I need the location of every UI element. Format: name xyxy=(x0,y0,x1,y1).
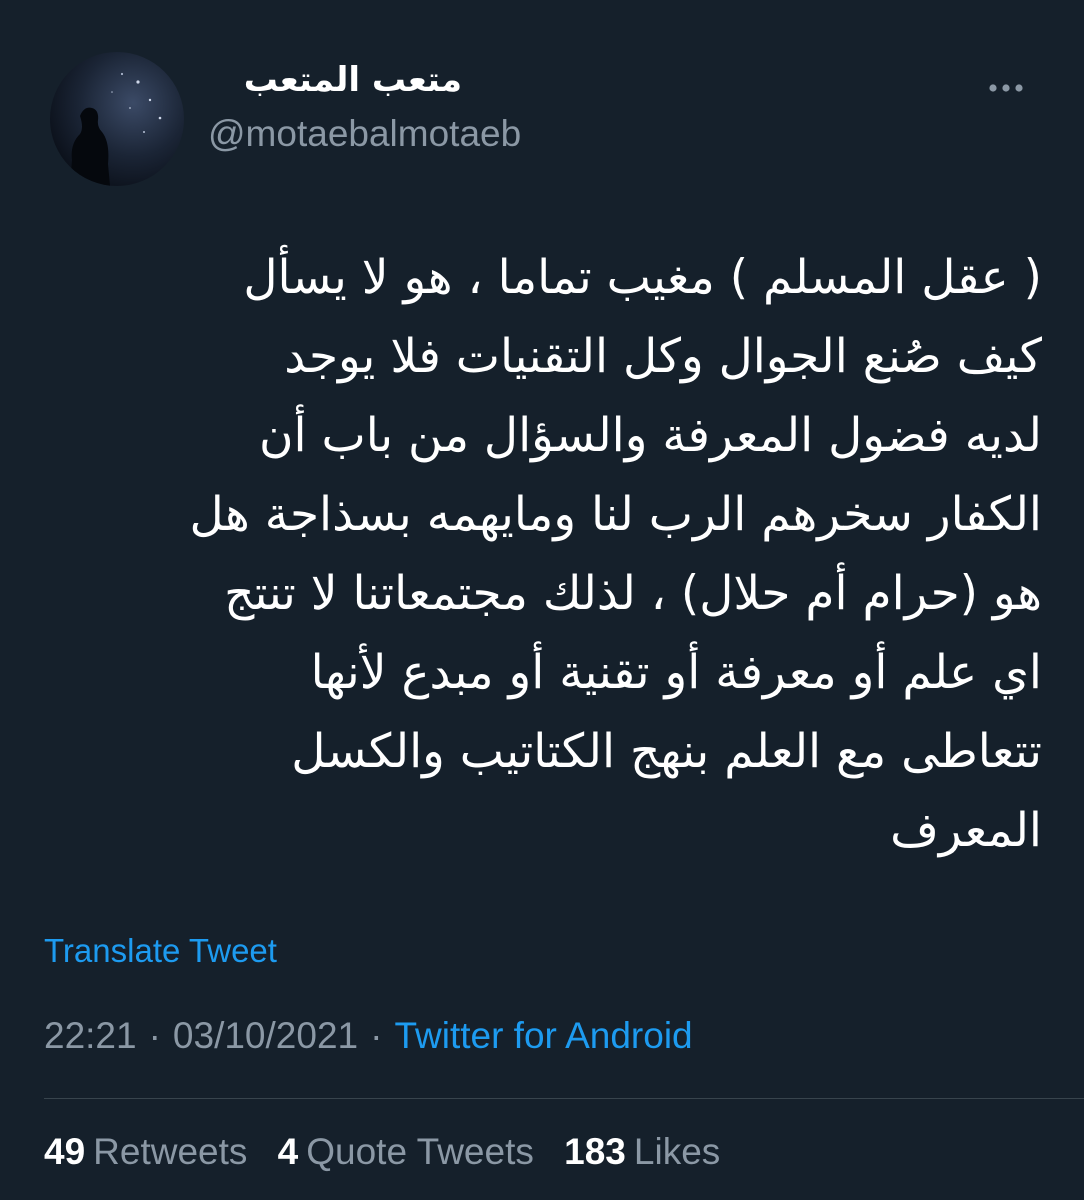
tweet-text-line: اي علم أو معرفة أو تقنية أو مبدع لأنها xyxy=(310,645,1042,700)
likes-stat[interactable]: 183 Likes xyxy=(564,1128,720,1176)
tweet-source-link[interactable]: Twitter for Android xyxy=(394,1015,692,1056)
user-handle[interactable]: @motaebalmotaeb xyxy=(208,112,521,156)
tweet-metadata: 22:21 · 03/10/2021 · Twitter for Android xyxy=(44,1012,693,1060)
retweets-label: Retweets xyxy=(93,1131,248,1172)
quote-tweets-count: 4 xyxy=(277,1131,299,1172)
tweet-date[interactable]: 03/10/2021 xyxy=(173,1015,358,1056)
retweets-count: 49 xyxy=(44,1131,86,1172)
divider xyxy=(44,1098,1084,1099)
display-name[interactable]: متعب المتعب xyxy=(244,58,462,102)
tweet-text-line: تتعاطى مع العلم بنهج الكتاتيب والكسل xyxy=(291,724,1042,779)
tweet-text-line: هو (حرام أم حلال) ، لذلك مجتمعاتنا لا تن… xyxy=(224,566,1042,621)
more-horizontal-icon xyxy=(989,84,1023,92)
tweet-text-line: الكفار سخرهم الرب لنا ومايهمه بسذاجة هل xyxy=(189,487,1042,542)
meta-separator: · xyxy=(370,1015,383,1056)
meta-separator: · xyxy=(148,1015,161,1056)
retweets-stat[interactable]: 49 Retweets xyxy=(44,1128,247,1176)
tweet-text-line: المعرف xyxy=(890,803,1042,858)
likes-label: Likes xyxy=(633,1131,721,1172)
tweet-text: ( عقل المسلم ) مغيب تماما ، هو لا يسأل ك… xyxy=(82,238,1042,870)
likes-count: 183 xyxy=(564,1131,626,1172)
tweet-text-line: كيف صُنع الجوال وكل التقنيات فلا يوجد xyxy=(284,329,1042,384)
more-options-button[interactable] xyxy=(980,66,1032,110)
tweet-stats: 49 Retweets 4 Quote Tweets 183 Likes xyxy=(44,1128,740,1176)
tweet-time[interactable]: 22:21 xyxy=(44,1015,137,1056)
quote-tweets-label: Quote Tweets xyxy=(306,1131,534,1172)
quote-tweets-stat[interactable]: 4 Quote Tweets xyxy=(278,1128,534,1176)
tweet-text-line: لديه فضول المعرفة والسؤال من باب أن xyxy=(258,408,1042,463)
translate-tweet-link[interactable]: Translate Tweet xyxy=(44,930,277,972)
tweet-detail: متعب المتعب @motaebalmotaeb ( عقل المسلم… xyxy=(0,0,1084,1200)
night-sky-silhouette-avatar xyxy=(70,72,162,186)
avatar[interactable] xyxy=(50,52,184,186)
tweet-text-line: ( عقل المسلم ) مغيب تماما ، هو لا يسأل xyxy=(243,250,1042,305)
